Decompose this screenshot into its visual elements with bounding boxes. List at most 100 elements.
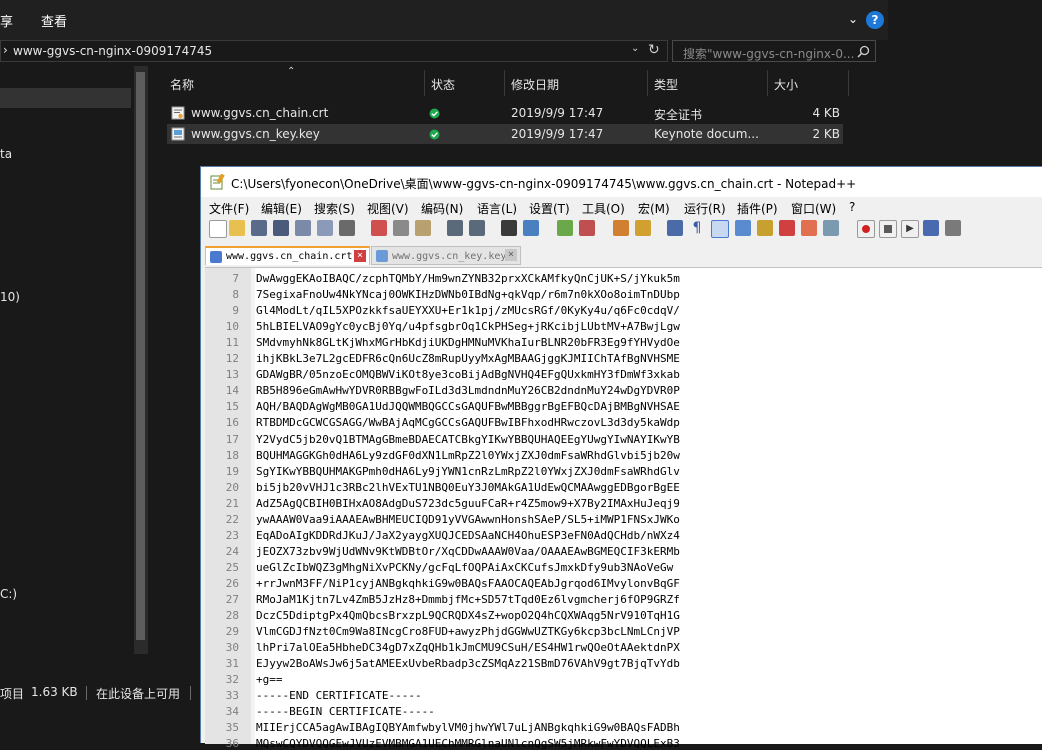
menu-tools[interactable]: 工具(O) [582,200,625,217]
help-icon[interactable]: ? [866,11,884,29]
code-line[interactable]: AQH/BAQDAgWgMB0GA1UdJQQWMBQGCCsGAQUFBwMB… [256,400,680,413]
code-line[interactable]: MQswCQYDVQQGEwJVUzEVMBMGA1UEChMMRGlnaUNl… [256,737,680,750]
menu-language[interactable]: 语言(L) [477,200,517,217]
code-line[interactable]: EJyyw2BoAWsJw6j5atAMEExUvbeRbadp3cZSMqAz… [256,657,680,670]
document-map-icon[interactable] [757,220,773,236]
monitoring-icon[interactable] [823,220,839,236]
menu-search[interactable]: 搜索(S) [314,200,355,217]
code-line[interactable]: RB5H896eGmAwHwYDVR0RBBgwFoILd3d3LmdndnMu… [256,384,680,397]
column-divider[interactable] [848,70,849,96]
expand-ribbon-chevron-icon[interactable]: ⌄ [848,12,858,26]
menu-window[interactable]: 窗口(W) [791,200,836,217]
print-icon[interactable] [339,220,355,236]
editor-lines[interactable]: 7 DwAwggEKAoIBAQC/zcphTQMbY/Hm9wnZYNB32pr… [205,268,1042,750]
code-line[interactable]: EqADoAIgKDDRdJKuJ/JaX2yaygXUQJCEDSAaNCH4… [256,529,680,542]
indent-guide-icon[interactable] [711,220,729,238]
code-line[interactable]: +rrJwnM3FF/NiP1cyjANBgkqhkiG9w0BAQsFAAOC… [256,577,680,590]
zoom-in-icon[interactable] [557,220,573,236]
tab-key-key[interactable]: www.ggvs.cn_key.key × [371,246,521,265]
code-line[interactable]: MIIErjCCA5agAwIBAgIQBYAmfwbylVM0jhwYWl7u… [256,721,680,734]
menu-help[interactable]: ? [849,200,855,214]
sync-vertical-icon[interactable] [613,220,629,236]
ribbon-tab-share[interactable]: 享 [0,11,13,30]
run-macro-multiple-icon[interactable] [923,220,939,236]
text-editor[interactable]: 7 DwAwggEKAoIBAQC/zcphTQMbY/Hm9wnZYNB32pr… [205,267,1042,750]
zoom-out-icon[interactable] [579,220,595,236]
nav-item-fragment[interactable]: ta [0,147,12,161]
show-all-characters-icon[interactable]: ¶ [689,220,705,236]
tab-close-icon[interactable]: × [354,250,366,262]
tab-close-icon[interactable]: × [505,249,517,261]
new-file-icon[interactable] [209,220,227,238]
play-macro-icon[interactable]: ▶ [901,220,919,238]
code-line[interactable]: GDAWgBR/05nzoEcOMQBWViKOt8ye3coBijAdBgNV… [256,368,680,381]
open-file-icon[interactable] [229,220,245,236]
code-line[interactable]: AdZ5AgQCBIH0BIHxAO8AdgDuS723dc5guuFCaR+r… [256,497,680,510]
search-icon[interactable] [857,45,870,58]
code-line[interactable]: BQUHMAGGKGh0dHA6Ly9zdGF0dXN1LmRpZ2l0YWxj… [256,449,680,462]
nav-scrollbar-track[interactable] [134,66,148,654]
code-line[interactable]: -----BEGIN CERTIFICATE----- [256,705,435,718]
column-header-status[interactable]: 状态 [431,76,455,93]
code-line[interactable]: 5hLBIELVAO9gYc0ycBj0Yq/u4pfsgbrOq1CkPHSe… [256,320,680,333]
redo-icon[interactable] [469,220,485,236]
search-input[interactable]: 搜索"www-ggvs-cn-nginx-0... [683,45,854,62]
ribbon-tab-view[interactable]: 查看 [41,11,67,30]
code-line[interactable]: ueGlZcIbWQZ3gMhgNiXvPCKNy/gcFqLfOQPAiAxC… [256,561,673,574]
file-name[interactable]: www.ggvs.cn_key.key [191,127,320,141]
nav-scrollbar-thumb[interactable] [136,72,145,640]
code-line[interactable]: Y2VydC5jb20vQ1BTMAgGBmeBDAECATCBkgYIKwYB… [256,433,680,446]
stop-macro-icon[interactable] [879,220,897,238]
title-bar[interactable]: C:\Users\fyonecon\OneDrive\桌面\www-ggvs-c… [201,167,1042,197]
copy-icon[interactable] [393,220,409,236]
save-all-icon[interactable] [273,220,289,236]
address-history-chevron-icon[interactable]: ⌄ [631,43,639,54]
code-line[interactable]: RTBDMDcGCWCGSAGG/WwBAjAqMCgGCCsGAQUFBwIB… [256,416,680,429]
code-line[interactable]: SMdvmyhNk8GLtKjWhxMGrHbKdjiUKDgHMNuMVKha… [256,336,680,349]
sync-horizontal-icon[interactable] [635,220,651,236]
code-line[interactable]: RMoJaM1Kjtn7Lv4ZmB5JzHz8+DmmbjfMc+SD57tT… [256,593,680,606]
code-line[interactable]: -----END CERTIFICATE----- [256,689,422,702]
save-icon[interactable] [251,220,267,236]
column-header-modified[interactable]: 修改日期 [511,76,559,93]
folder-as-workspace-icon[interactable] [801,220,817,236]
nav-item-fragment[interactable]: 10) [0,290,20,304]
paste-icon[interactable] [415,220,431,236]
menu-macro[interactable]: 宏(M) [638,200,670,217]
address-path[interactable]: www-ggvs-cn-nginx-0909174745 [13,44,212,58]
close-all-icon[interactable] [317,220,333,236]
code-line[interactable]: Gl4ModLt/qIL5XPOzkkfsaUEYXXU+Er1k1pj/zMU… [256,304,680,317]
cut-icon[interactable] [371,220,387,236]
replace-icon[interactable] [523,220,539,236]
code-line[interactable]: DwAwggEKAoIBAQC/zcphTQMbY/Hm9wnZYNB32prx… [256,272,680,285]
column-header-name[interactable]: 名称 [170,76,194,93]
file-name[interactable]: www.ggvs.cn_chain.crt [191,106,328,120]
find-icon[interactable] [501,220,517,236]
code-line[interactable]: ywAAAW0Vaa9iAAAEAwBHMEUCIQD91yVVGAwwnHon… [256,513,680,526]
column-divider[interactable] [647,70,648,96]
code-line[interactable]: bi5jb20vVHJ1c3RBc2lhVExTU1NBQ0EuY3J0MAkG… [256,481,680,494]
tab-chain-crt[interactable]: www.ggvs.cn_chain.crt × [205,246,370,265]
code-line[interactable]: jEOZX73zbv9WjUdWNv9KtWDBtOr/XqCDDwAAAW0V… [256,545,680,558]
undo-icon[interactable] [447,220,463,236]
close-file-icon[interactable] [295,220,311,236]
column-divider[interactable] [767,70,768,96]
column-header-size[interactable]: 大小 [774,76,798,93]
file-row-selected[interactable]: www.ggvs.cn_key.key 2019/9/9 17:47 Keyno… [167,124,843,144]
refresh-icon[interactable]: ↻ [648,42,660,58]
record-macro-icon[interactable] [857,220,875,238]
language-udl-icon[interactable] [735,220,751,236]
file-row[interactable]: www.ggvs.cn_chain.crt 2019/9/9 17:47 安全证… [167,103,843,123]
menu-settings[interactable]: 设置(T) [529,200,570,217]
menu-view[interactable]: 视图(V) [367,200,409,217]
column-header-type[interactable]: 类型 [654,76,678,93]
menu-encoding[interactable]: 编码(N) [421,200,463,217]
menu-run[interactable]: 运行(R) [684,200,726,217]
code-line[interactable]: DczC5DdiptgPx4QmQbcsBrxzpL9QCRQDX4sZ+wop… [256,609,680,622]
nav-selected-item[interactable] [0,88,131,108]
nav-item-fragment[interactable]: C:) [0,587,17,601]
column-divider[interactable] [424,70,425,96]
code-line[interactable]: +g== [256,673,283,686]
menu-file[interactable]: 文件(F) [209,200,249,217]
code-line[interactable]: lhPri7alOEa5HbheDC34gD7xZqQHb1kJmCMU9CSu… [256,641,680,654]
